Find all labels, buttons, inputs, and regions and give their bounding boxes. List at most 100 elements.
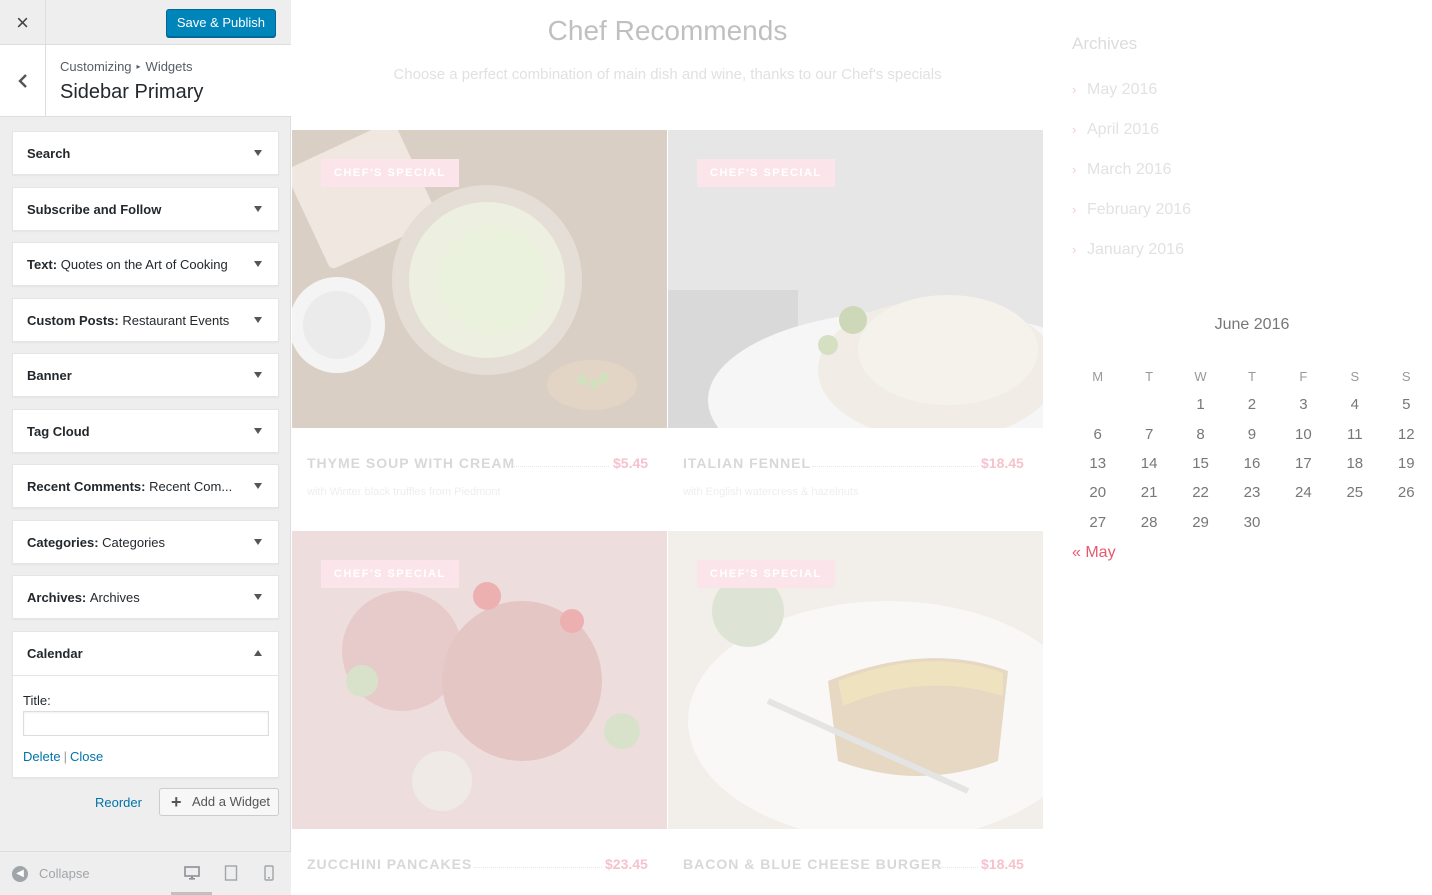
customizer-header: × Save & Publish (0, 0, 291, 45)
calendar-day: 2 (1247, 396, 1257, 414)
calendar-day: 26 (1397, 484, 1415, 502)
calendar-day: 27 (1089, 513, 1107, 531)
widget-instance-title: Categories (102, 534, 166, 550)
site-preview[interactable]: Chef Recommends Choose a perfect combina… (292, 0, 1432, 895)
close-icon: × (16, 9, 29, 35)
calendar-day: 30 (1243, 513, 1261, 531)
dish-leader-dots (933, 867, 978, 868)
widget-calendar[interactable]: Calendar Title: Delete | Close (12, 630, 279, 778)
dish-name[interactable]: BACON & BLUE CHEESE BURGER (683, 856, 942, 872)
link-separator: | (63, 748, 67, 764)
widget-type: Categories: (27, 534, 99, 550)
widget-calendar-form: Title: Delete | Close (13, 674, 278, 764)
chevron-right-icon: › (1072, 82, 1077, 97)
breadcrumb-widgets: Widgets (145, 59, 193, 74)
dish-name[interactable]: ITALIAN FENNEL (683, 455, 811, 471)
collapse-button[interactable]: Collapse (39, 866, 90, 881)
calendar-caption: June 2016 (1214, 316, 1290, 333)
delete-link[interactable]: Delete (23, 749, 61, 764)
widget-categories[interactable]: Categories: Categories (12, 519, 279, 564)
dish-image-salad[interactable]: CHEF'S SPECIAL (292, 531, 667, 829)
calendar-day (1329, 508, 1380, 537)
archive-item[interactable]: › May 2016 (1072, 80, 1191, 120)
desktop-icon[interactable] (184, 865, 200, 881)
widget-archives[interactable]: Archives: Archives (12, 575, 279, 619)
widget-text[interactable]: Text: Quotes on the Art of Cooking (12, 242, 279, 286)
widget-instance-title: Recent Com... (149, 479, 233, 494)
widget-instance-title: Archives (89, 590, 140, 605)
widget-search[interactable]: Search (12, 131, 279, 175)
title-input[interactable] (23, 710, 269, 736)
dish-name[interactable]: THYME SOUP WITH CREAM (307, 455, 515, 471)
collapse-arrow-icon[interactable] (254, 649, 262, 656)
calendar-day: 22 (1192, 484, 1209, 502)
expand-arrow-icon[interactable] (254, 261, 262, 267)
chefs-special-badge: CHEF'S SPECIAL (697, 159, 835, 187)
archives-list: › May 2016 › April 2016 › March 2016 › Febru… (1072, 80, 1191, 280)
close-link[interactable]: Close (70, 749, 103, 764)
expand-arrow-icon[interactable] (254, 205, 262, 212)
archive-item[interactable]: › January 2016 (1072, 240, 1191, 280)
archive-link[interactable]: March 2016 (1087, 161, 1172, 178)
dish-image-soup[interactable]: CHEF'S SPECIAL (292, 130, 667, 428)
widget-instance-title: Restaurant Events (122, 312, 230, 328)
widget-recent-comments[interactable]: Recent Comments: Recent Com... (12, 464, 279, 508)
calendar-day: 6 (1093, 425, 1102, 443)
chevron-right-icon: › (1072, 162, 1077, 177)
add-widget-button[interactable]: + Add a Widget (159, 788, 279, 816)
dish-leader-dots (474, 867, 602, 868)
archive-link[interactable]: February 2016 (1087, 201, 1191, 218)
calendar-day: 7 (1144, 425, 1154, 443)
mobile-icon[interactable] (264, 865, 274, 881)
expand-arrow-icon[interactable] (254, 427, 262, 434)
calendar-day: 8 (1196, 425, 1205, 443)
reorder-button[interactable]: Reorder (95, 795, 142, 810)
back-button[interactable] (0, 45, 46, 116)
collapse-icon[interactable]: ◀ (12, 866, 28, 882)
archive-item[interactable]: › February 2016 (1072, 200, 1191, 240)
weekday-header: F (1299, 368, 1308, 384)
expand-arrow-icon[interactable] (254, 372, 262, 378)
archive-item[interactable]: › March 2016 (1072, 160, 1191, 200)
expand-arrow-icon[interactable] (254, 594, 262, 600)
calendar-day (1381, 508, 1432, 537)
tablet-icon[interactable] (224, 865, 238, 881)
customizer-sidebar: × Save & Publish Customizing ▸ Widgets Sid… (0, 0, 291, 895)
calendar-day: 10 (1295, 425, 1312, 443)
weekday-header: T (1248, 368, 1256, 384)
dish-image-risotto[interactable]: CHEF'S SPECIAL (668, 130, 1043, 428)
expand-arrow-icon[interactable] (254, 150, 262, 156)
calendar-day: 20 (1089, 484, 1107, 502)
add-widget-label: Add a Widget (192, 794, 271, 809)
calendar-day (1072, 390, 1123, 419)
dish-description: with Winter black truffles from Piedmont (307, 486, 501, 498)
archive-link[interactable]: April 2016 (1087, 121, 1159, 138)
archive-link[interactable]: May 2016 (1087, 81, 1157, 98)
dish-price: $23.45 (605, 856, 648, 872)
dish-image-burger[interactable]: CHEF'S SPECIAL (668, 531, 1043, 829)
calendar-table: M T W T F S S 1 2 3 4 5 6 7 8 9 10 11 12… (1072, 362, 1432, 537)
archive-link[interactable]: January 2016 (1087, 241, 1184, 258)
widget-subscribe-follow[interactable]: Subscribe and Follow (12, 186, 279, 231)
widget-type: Text: (27, 257, 58, 272)
archives-title: Archives (1072, 34, 1138, 53)
calendar-prev-month-link[interactable]: « May (1072, 544, 1116, 562)
widget-list: Search Subscribe and Follow Text: Quotes… (12, 131, 279, 789)
chevron-right-icon: › (1072, 242, 1077, 257)
widget-type: Tag Cloud (27, 423, 90, 439)
expand-arrow-icon[interactable] (254, 316, 262, 323)
close-customizer-button[interactable]: × (0, 0, 46, 45)
widget-custom-posts[interactable]: Custom Posts: Restaurant Events (12, 297, 279, 342)
weekday-header: S (1350, 368, 1360, 384)
widget-banner[interactable]: Banner (12, 353, 279, 397)
dish-name[interactable]: ZUCCHINI PANCAKES (307, 856, 472, 872)
calendar-day: 4 (1350, 396, 1359, 414)
archive-item[interactable]: › April 2016 (1072, 120, 1191, 160)
calendar-day: 18 (1346, 454, 1364, 472)
title-label: Title: (23, 692, 51, 708)
widget-type: Recent Comments: (27, 479, 146, 494)
expand-arrow-icon[interactable] (254, 483, 262, 489)
save-publish-button[interactable]: Save & Publish (165, 9, 276, 37)
widget-tag-cloud[interactable]: Tag Cloud (12, 408, 279, 453)
expand-arrow-icon[interactable] (254, 538, 262, 545)
